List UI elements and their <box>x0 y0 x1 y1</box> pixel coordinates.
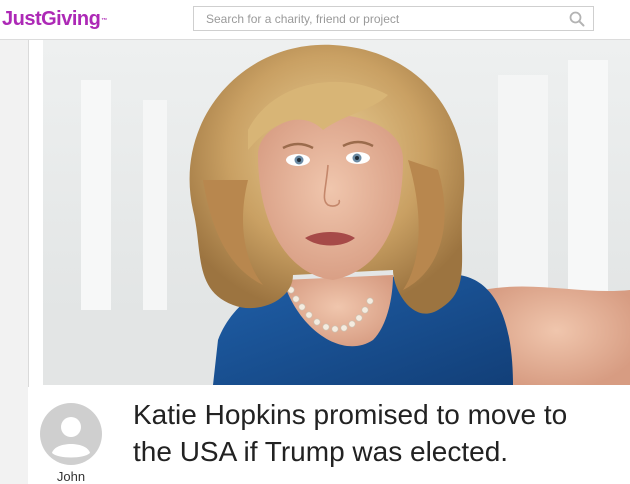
search-icon[interactable] <box>569 11 585 27</box>
hero-photo <box>43 40 630 385</box>
search-box[interactable] <box>193 6 594 31</box>
site-header: JustGiving™ <box>0 0 630 40</box>
default-user-avatar-icon[interactable] <box>40 403 102 465</box>
page-owner-name[interactable]: John <box>40 469 102 484</box>
search-input[interactable] <box>194 7 554 30</box>
story-header: John Katie Hopkins promised to move to t… <box>28 387 630 484</box>
justgiving-logo[interactable]: JustGiving™ <box>2 8 107 30</box>
hero-panel <box>28 40 630 387</box>
trademark-mark: ™ <box>101 18 107 24</box>
logo-text[interactable]: JustGiving <box>2 8 101 30</box>
page-title: Katie Hopkins promised to move to the US… <box>133 399 568 467</box>
